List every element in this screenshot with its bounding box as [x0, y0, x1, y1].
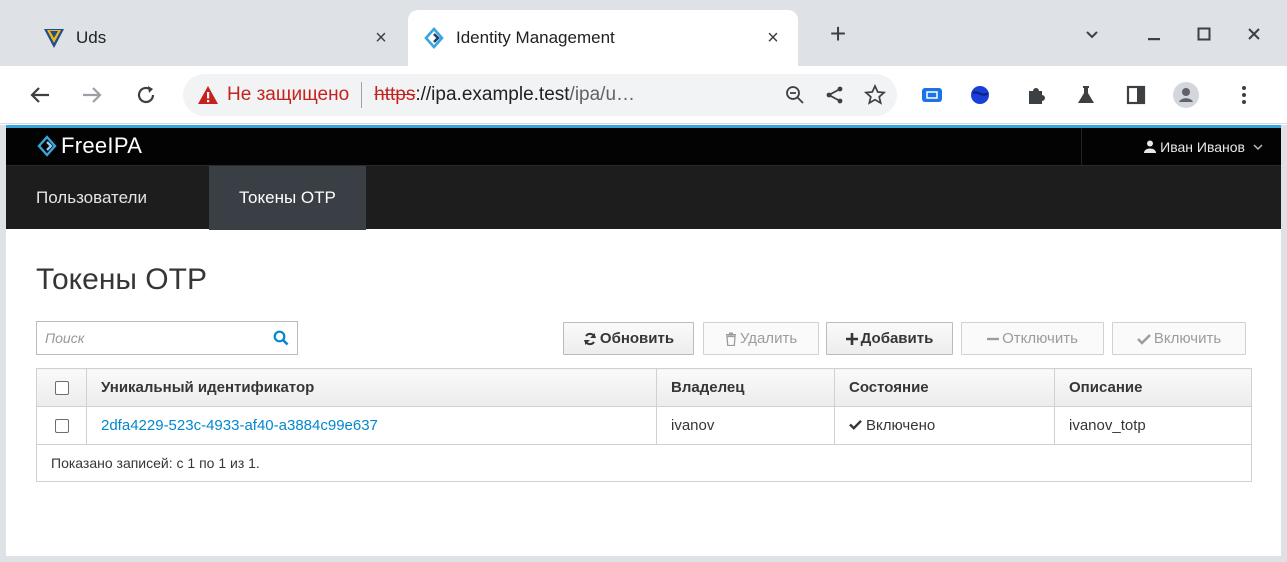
- delete-label: Удалить: [739, 330, 798, 347]
- table-footer-row: Показано записей: с 1 по 1 из 1.: [36, 444, 1252, 482]
- browser-window: Uds × Identity Management × + Не защищен…: [0, 0, 1287, 562]
- check-icon: [849, 419, 862, 430]
- chevron-down-icon: [1253, 143, 1263, 150]
- description-cell: ivanov_totp: [1054, 406, 1252, 445]
- plus-icon: [845, 332, 858, 345]
- enable-label: Включить: [1153, 330, 1222, 347]
- masthead: FreeIPA Иван Иванов: [6, 128, 1281, 165]
- url-path: /ipa/u…: [569, 84, 636, 105]
- user-icon: [1144, 140, 1157, 153]
- reload-icon[interactable]: [130, 79, 162, 111]
- search-icon[interactable]: [265, 322, 297, 354]
- refresh-icon: [583, 332, 597, 346]
- url-host: ://ipa.example.test: [415, 84, 570, 105]
- side-panel-icon[interactable]: [1122, 81, 1150, 109]
- page-title: Токены OTP: [36, 263, 207, 296]
- column-header-status[interactable]: Состояние: [834, 368, 1055, 407]
- share-icon[interactable]: [823, 83, 847, 107]
- warning-triangle-icon: [198, 86, 218, 104]
- not-secure-label[interactable]: Не защищено: [227, 84, 349, 106]
- status-cell: Включено: [834, 406, 1055, 445]
- tab-title: Uds: [76, 28, 107, 47]
- tab-identity-management[interactable]: Identity Management ×: [408, 10, 798, 66]
- search-input[interactable]: [37, 323, 265, 353]
- token-id-cell: 2dfa4229-523c-4933-af40-a3884c99e637: [86, 406, 657, 445]
- nav-item-otp-tokens[interactable]: Токены OTP: [209, 166, 366, 230]
- tab-search-chevron-icon[interactable]: [1074, 18, 1110, 50]
- zoom-icon[interactable]: [783, 83, 807, 107]
- nav-item-users[interactable]: Пользователи: [6, 166, 177, 230]
- check-icon: [1136, 333, 1151, 345]
- tab-uds[interactable]: Uds ×: [28, 10, 406, 66]
- extension-keyboard-icon[interactable]: [918, 81, 946, 109]
- forward-arrow-icon[interactable]: [76, 79, 108, 111]
- user-name: Иван Иванов: [1160, 138, 1245, 155]
- freeipa-logo-icon: [37, 135, 57, 157]
- primary-nav: Пользователи Токены OTP: [6, 165, 1281, 230]
- window-close-icon[interactable]: [1236, 18, 1272, 50]
- select-all-cell: [36, 368, 87, 407]
- brand-name: FreeIPA: [61, 133, 143, 158]
- browser-toolbar: Не защищено https://ipa.example.test/ipa…: [0, 66, 1287, 124]
- otp-tokens-table: Уникальный идентификатор Владелец Состоя…: [36, 368, 1252, 482]
- browser-menu-icon[interactable]: [1230, 81, 1258, 109]
- minimize-icon[interactable]: [1136, 18, 1172, 50]
- search-box: [36, 321, 298, 355]
- user-menu[interactable]: Иван Иванов: [1081, 128, 1281, 165]
- disable-button[interactable]: Отключить: [961, 322, 1104, 355]
- row-checkbox[interactable]: [54, 419, 69, 434]
- column-header-id[interactable]: Уникальный идентификатор: [86, 368, 657, 407]
- profile-avatar-icon[interactable]: [1172, 81, 1200, 109]
- back-arrow-icon[interactable]: [24, 79, 56, 111]
- tab-title: Identity Management: [456, 28, 615, 47]
- address-bar-actions: [775, 74, 887, 116]
- tab-strip: Uds × Identity Management × +: [0, 0, 1287, 66]
- bookmark-star-icon[interactable]: [863, 83, 887, 107]
- uds-favicon-icon: [44, 29, 64, 48]
- owner-cell: ivanov: [656, 406, 835, 445]
- extensions-puzzle-icon[interactable]: [1022, 81, 1050, 109]
- freeipa-logo[interactable]: FreeIPA: [36, 133, 142, 159]
- trash-icon: [725, 332, 737, 346]
- refresh-button[interactable]: Обновить: [563, 322, 694, 355]
- status-text: Включено: [866, 417, 936, 434]
- refresh-label: Обновить: [599, 330, 675, 347]
- freeipa-favicon-icon: [424, 27, 444, 49]
- column-header-description[interactable]: Описание: [1054, 368, 1252, 407]
- maximize-icon[interactable]: [1186, 18, 1222, 50]
- column-header-owner[interactable]: Владелец: [656, 368, 835, 407]
- add-label: Добавить: [860, 330, 934, 347]
- tab-close-icon[interactable]: ×: [762, 27, 784, 50]
- records-summary: Показано записей: с 1 по 1 из 1.: [36, 444, 1252, 482]
- token-id-link[interactable]: 2dfa4229-523c-4933-af40-a3884c99e637: [101, 417, 378, 434]
- row-select-cell: [36, 406, 87, 445]
- select-all-checkbox[interactable]: [54, 381, 69, 396]
- tab-close-icon[interactable]: ×: [370, 27, 392, 50]
- add-button[interactable]: Добавить: [826, 322, 953, 355]
- delete-button[interactable]: Удалить: [703, 322, 819, 355]
- extension-blue-globe-icon[interactable]: [966, 81, 994, 109]
- disable-label: Отключить: [1002, 330, 1078, 347]
- minus-icon: [987, 333, 1000, 345]
- address-bar[interactable]: Не защищено https://ipa.example.test/ipa…: [183, 74, 897, 116]
- table-row: 2dfa4229-523c-4933-af40-a3884c99e637 iva…: [36, 406, 1252, 445]
- url-scheme: https: [374, 84, 416, 105]
- new-tab-button[interactable]: +: [822, 18, 854, 50]
- freeipa-app: FreeIPA Иван Иванов Пользователи Токены …: [0, 125, 1287, 562]
- address-separator: [361, 82, 363, 108]
- table-header-row: Уникальный идентификатор Владелец Состоя…: [36, 368, 1252, 407]
- labs-flask-icon[interactable]: [1072, 81, 1100, 109]
- enable-button[interactable]: Включить: [1112, 322, 1246, 355]
